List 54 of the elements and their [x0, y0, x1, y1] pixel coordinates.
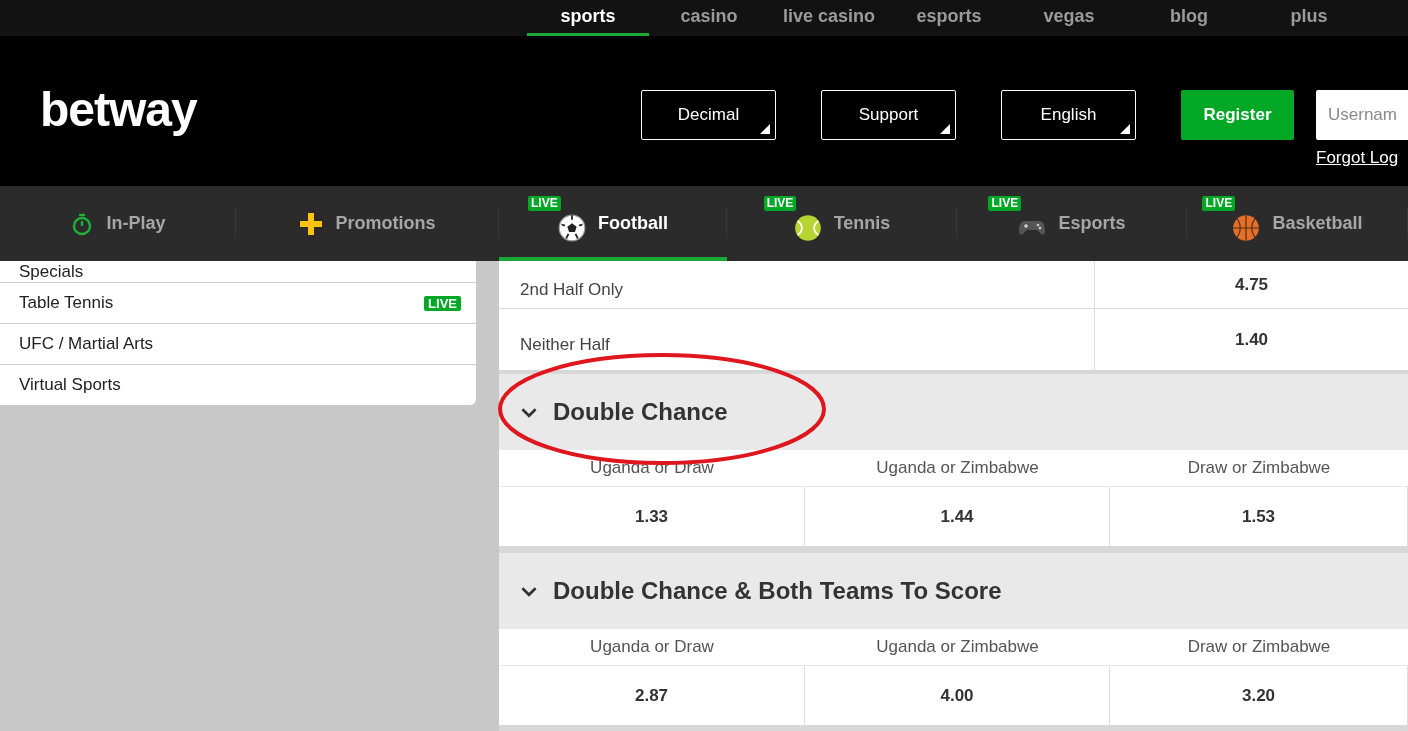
top-nav-link[interactable]: plus	[1249, 0, 1369, 36]
sidebar-item[interactable]: Table Tennis LIVE	[0, 282, 476, 323]
live-badge: LIVE	[988, 195, 1022, 211]
live-badge: LIVE	[424, 295, 461, 311]
selection-label: Uganda or Zimbabwe	[805, 629, 1110, 666]
sport-tab[interactable]: LIVE Basketball	[1187, 186, 1408, 261]
live-badge: LIVE	[763, 195, 797, 211]
market-title: Double Chance & Both Teams To Score	[553, 577, 1002, 605]
forgot-login-link[interactable]: Forgot Log	[1316, 148, 1408, 168]
odds-button[interactable]: 3.20	[1110, 666, 1408, 725]
corner-icon	[760, 124, 770, 134]
top-nav-link[interactable]: casino	[649, 0, 769, 36]
market-title: Double Chance	[553, 398, 728, 426]
sport-tab[interactable]: Promotions	[236, 186, 499, 261]
plus-icon	[299, 211, 324, 236]
sport-tab[interactable]: LIVE Tennis	[727, 186, 957, 261]
top-nav-link[interactable]: blog	[1129, 0, 1249, 36]
tennis-ball-icon	[793, 213, 822, 242]
market-header[interactable]: Double Chance	[499, 374, 1408, 450]
sidebar-item[interactable]: Virtual Sports	[0, 364, 476, 405]
selection-label: Draw or Zimbabwe	[1110, 629, 1408, 666]
odds-button[interactable]: 4.75	[1094, 261, 1408, 308]
selection-label: Uganda or Zimbabwe	[805, 450, 1110, 487]
odds-button[interactable]: 2.87	[499, 666, 805, 725]
market-header[interactable]: Double Chance & Both Teams To Score	[499, 553, 1408, 629]
sport-tab[interactable]: In-Play	[0, 186, 236, 261]
selection-label: Uganda or Draw	[499, 629, 805, 666]
odds-button[interactable]: 1.40	[1094, 309, 1408, 370]
outcome-label: Neither Half	[519, 333, 611, 355]
football-icon	[558, 213, 586, 242]
odds-button[interactable]: 1.33	[499, 487, 805, 546]
live-badge: LIVE	[1202, 195, 1236, 211]
chevron-icon	[521, 585, 537, 597]
odds-button[interactable]: 1.53	[1110, 487, 1408, 546]
basketball-icon	[1232, 213, 1261, 242]
chevron-icon	[521, 406, 537, 418]
corner-icon	[940, 124, 950, 134]
outcome-label: 2nd Half Only	[519, 278, 624, 300]
odds-button[interactable]: 1.44	[805, 487, 1110, 546]
username-field[interactable]: Usernam	[1316, 90, 1408, 140]
live-badge: LIVE	[528, 195, 561, 211]
dropdown-button[interactable]: Support	[821, 90, 956, 140]
sidebar-item[interactable]: Specials	[0, 261, 476, 282]
sidebar-item[interactable]: UFC / Martial Arts	[0, 323, 476, 364]
corner-icon	[1120, 124, 1130, 134]
top-nav-link[interactable]: esports	[889, 0, 1009, 36]
top-nav-link[interactable]: vegas	[1009, 0, 1129, 36]
dropdown-button[interactable]: Decimal	[641, 90, 776, 140]
odds-button[interactable]: 4.00	[805, 666, 1110, 725]
dropdown-button[interactable]: English	[1001, 90, 1136, 140]
logo[interactable]: betway	[40, 82, 240, 137]
selection-label: Draw or Zimbabwe	[1110, 450, 1408, 487]
sport-tab[interactable]: LIVE Esports	[957, 186, 1187, 261]
top-nav-link[interactable]: live casino	[769, 0, 889, 36]
